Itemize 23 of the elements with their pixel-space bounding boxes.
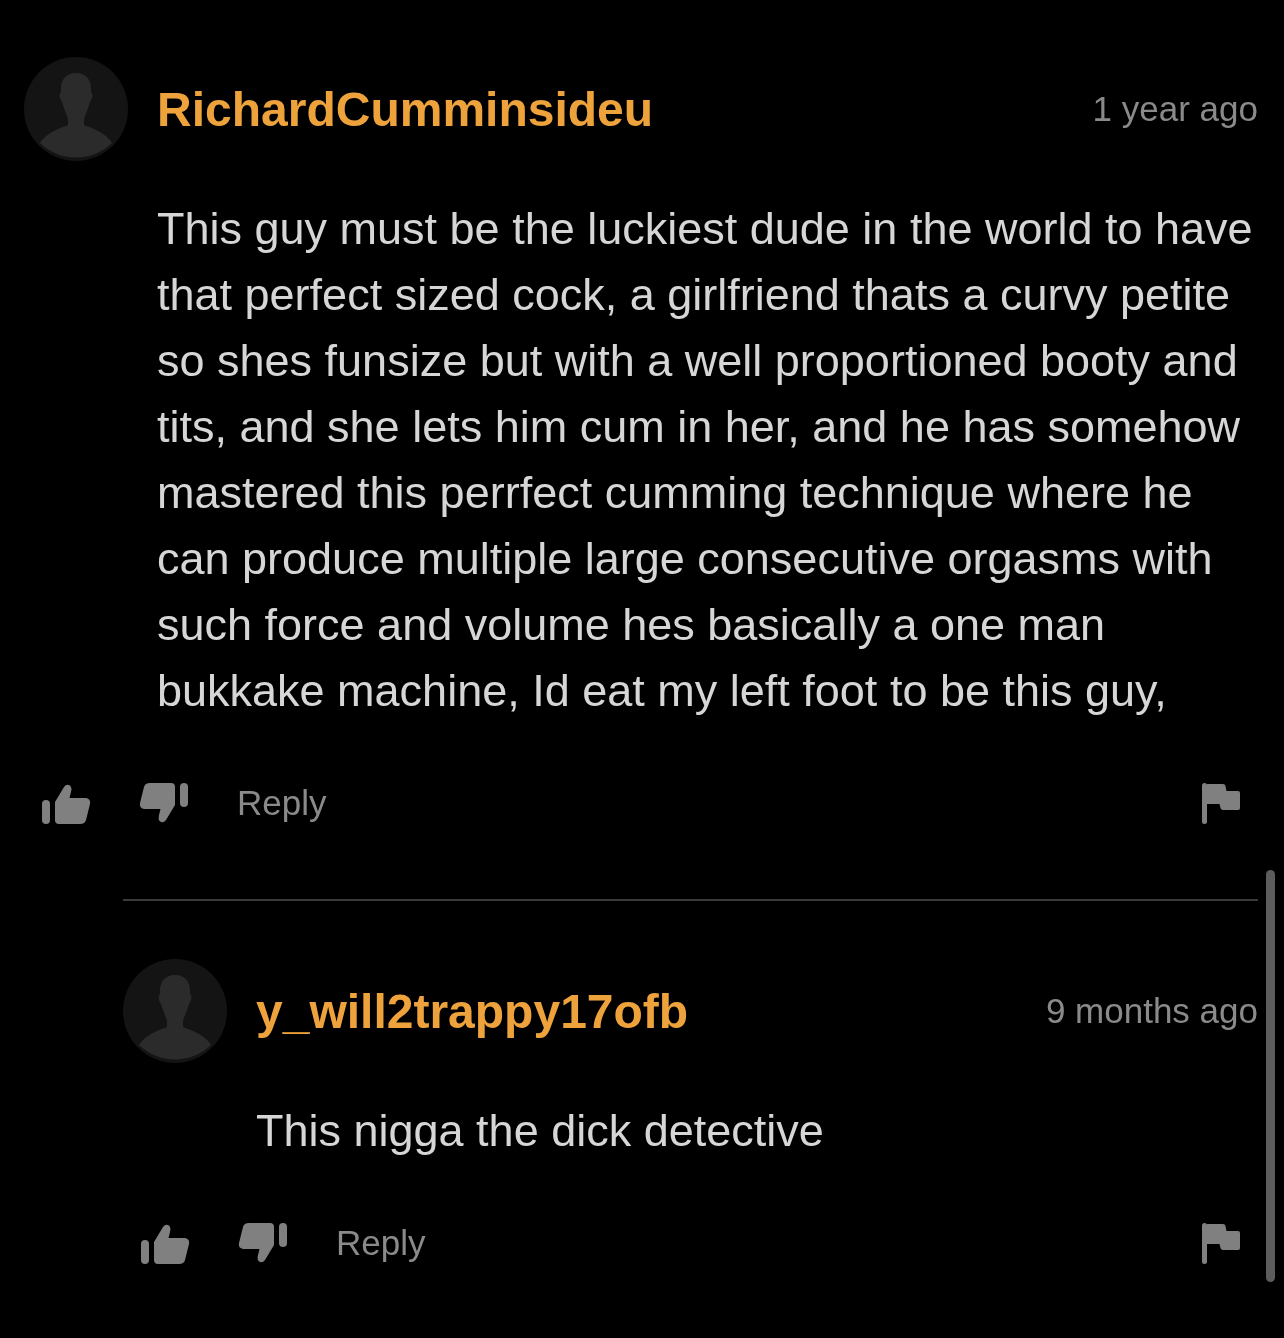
dislike-button[interactable] [238, 1222, 287, 1264]
like-button[interactable] [42, 782, 91, 824]
report-button[interactable] [1202, 1222, 1240, 1264]
thumbs-down-icon [139, 782, 188, 824]
like-button[interactable] [141, 1222, 190, 1264]
username-link[interactable]: y_will2trappy17ofb [256, 983, 689, 1039]
report-button[interactable] [1202, 782, 1240, 824]
username-link[interactable]: RichardCumminsideu [157, 81, 654, 137]
comment-text: This nigga the dick detective [256, 1104, 825, 1158]
timestamp: 1 year ago [1092, 89, 1258, 129]
reply-button[interactable]: Reply [237, 783, 327, 823]
dislike-button[interactable] [139, 782, 188, 824]
thumbs-up-icon [42, 782, 91, 824]
reply-button[interactable]: Reply [336, 1223, 426, 1263]
thumbs-down-icon [238, 1222, 287, 1264]
scrollbar-thumb[interactable] [1266, 870, 1275, 1282]
avatar-silhouette-icon [123, 959, 227, 1063]
flag-icon [1202, 1222, 1240, 1264]
comment-text: This guy must be the luckiest dude in the world to have that perfect sized cock, a girlfriend thats a curvy petite so shes funsize but with a well proportioned booty and tits, and she lets him cum in her, and he has somehow mastered this perrfect cumming technique where he can produce multiple large consecutive orgasms with such force and volume hes basically a one man bukkake machine, Id eat my left foot to be this guy, [157, 202, 1254, 718]
timestamp: 9 months ago [1045, 991, 1258, 1031]
flag-icon [1202, 782, 1240, 824]
thumbs-up-icon [141, 1222, 190, 1264]
avatar-silhouette-icon [24, 57, 128, 161]
